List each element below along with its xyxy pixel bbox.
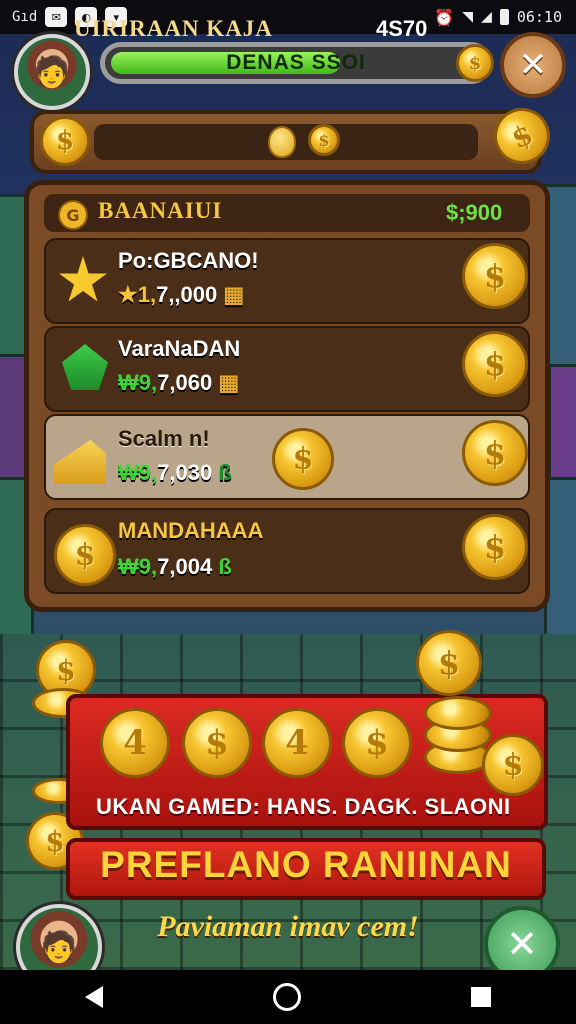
- buy-coin-button[interactable]: $: [462, 243, 528, 309]
- player-face-icon: 🧑: [40, 929, 78, 965]
- alarm-icon: ⏰: [434, 7, 455, 27]
- currency-amount: 4S70: [376, 16, 428, 41]
- clock: 06:10: [516, 8, 562, 26]
- premium-button-label[interactable]: PREFLANO RANIINAN: [66, 844, 546, 886]
- player-face-icon: 🧑: [33, 54, 71, 90]
- coin-stack-icon: [424, 696, 492, 730]
- price-value: 7,,000: [156, 282, 218, 307]
- price-value: 7,004: [157, 554, 213, 579]
- home-icon[interactable]: [273, 983, 301, 1011]
- item-price: ₩9,7,030 ß: [118, 460, 232, 486]
- close-icon: ✕: [506, 922, 538, 966]
- badge-icon: [62, 344, 108, 390]
- item-name: VaraNaDAN: [118, 336, 241, 361]
- panel-title: BAANAIUI: [98, 198, 223, 223]
- buy-coin-button[interactable]: $: [462, 331, 528, 397]
- item-name: MANDAHAAA: [118, 518, 264, 543]
- signal-icon: ◢: [481, 9, 492, 25]
- building-right-accent: [548, 364, 576, 480]
- cash-icon: ß: [218, 460, 232, 485]
- navigation-bar: [0, 970, 576, 1024]
- floating-coin-icon: $: [272, 428, 334, 490]
- progress-bar: DENAS SSOI: [100, 42, 492, 84]
- coin-stack-icon: ▦: [218, 370, 240, 395]
- shop-item[interactable]: Po:GBCANO! ★1,7,,000 ▦ $: [44, 238, 530, 324]
- battery-icon: [499, 9, 509, 25]
- offer-caption: UKAN GAMED: HANS. DAGK. SLAONI: [96, 794, 511, 819]
- price-value: 7,030: [157, 460, 213, 485]
- price-value: 7,060: [157, 370, 213, 395]
- panel-g-icon: G: [58, 200, 88, 230]
- wifi-icon: ◥: [462, 9, 474, 25]
- carrier-label: Gıd: [12, 9, 38, 25]
- buy-coin-button[interactable]: $: [462, 420, 528, 486]
- small-coin-icon: $: [308, 124, 340, 156]
- back-icon[interactable]: [85, 986, 103, 1008]
- close-icon: ✕: [518, 45, 548, 85]
- close-button[interactable]: ✕: [500, 32, 566, 98]
- offer-coin-icon: $: [182, 708, 252, 778]
- coin-stack-side-icon: $: [482, 734, 544, 796]
- currency-label: UIRIRAAN KAJA: [74, 16, 273, 41]
- balloon-icon: [268, 126, 296, 158]
- panel-total: $;900: [446, 200, 503, 225]
- item-price: ★1,7,,000 ▦: [118, 282, 244, 308]
- offer-coin-icon: 4: [100, 708, 170, 778]
- coin-stack-icon: ▦: [223, 282, 245, 307]
- notification-icon: ✉: [45, 7, 68, 27]
- ticket-icon: [54, 440, 106, 484]
- progress-label: DENAS SSOI: [226, 51, 366, 74]
- coin-stack-top-icon: $: [416, 630, 482, 696]
- offer-coin-icon: 4: [262, 708, 332, 778]
- progress-coin-icon: $: [456, 44, 494, 82]
- shop-item-selected[interactable]: Scalm n! ₩9,7,030 ß $ $: [44, 414, 530, 500]
- star-icon: [59, 256, 107, 302]
- player-avatar[interactable]: 🧑: [14, 34, 90, 110]
- price-prefix: ₩9,: [118, 370, 158, 395]
- price-prefix: ★1,: [118, 282, 157, 307]
- price-prefix: ₩9,: [118, 554, 158, 579]
- price-prefix: ₩9,: [118, 460, 158, 485]
- banner-coin-icon: $: [40, 116, 90, 166]
- coin-icon: $: [54, 524, 116, 586]
- recents-icon[interactable]: [471, 987, 491, 1007]
- item-price: ₩9,7,060 ▦: [118, 370, 239, 396]
- item-name: Po:GBCANO!: [118, 248, 259, 273]
- cash-icon: ß: [218, 554, 232, 579]
- offer-coin-icon: $: [342, 708, 412, 778]
- item-price: ₩9,7,004 ß: [118, 554, 232, 580]
- buy-coin-button[interactable]: $: [462, 514, 528, 580]
- shop-item[interactable]: $ MANDAHAAA ₩9,7,004 ß $: [44, 508, 530, 594]
- item-name: Scalm n!: [118, 426, 210, 451]
- shop-item[interactable]: VaraNaDAN ₩9,7,060 ▦ $: [44, 326, 530, 412]
